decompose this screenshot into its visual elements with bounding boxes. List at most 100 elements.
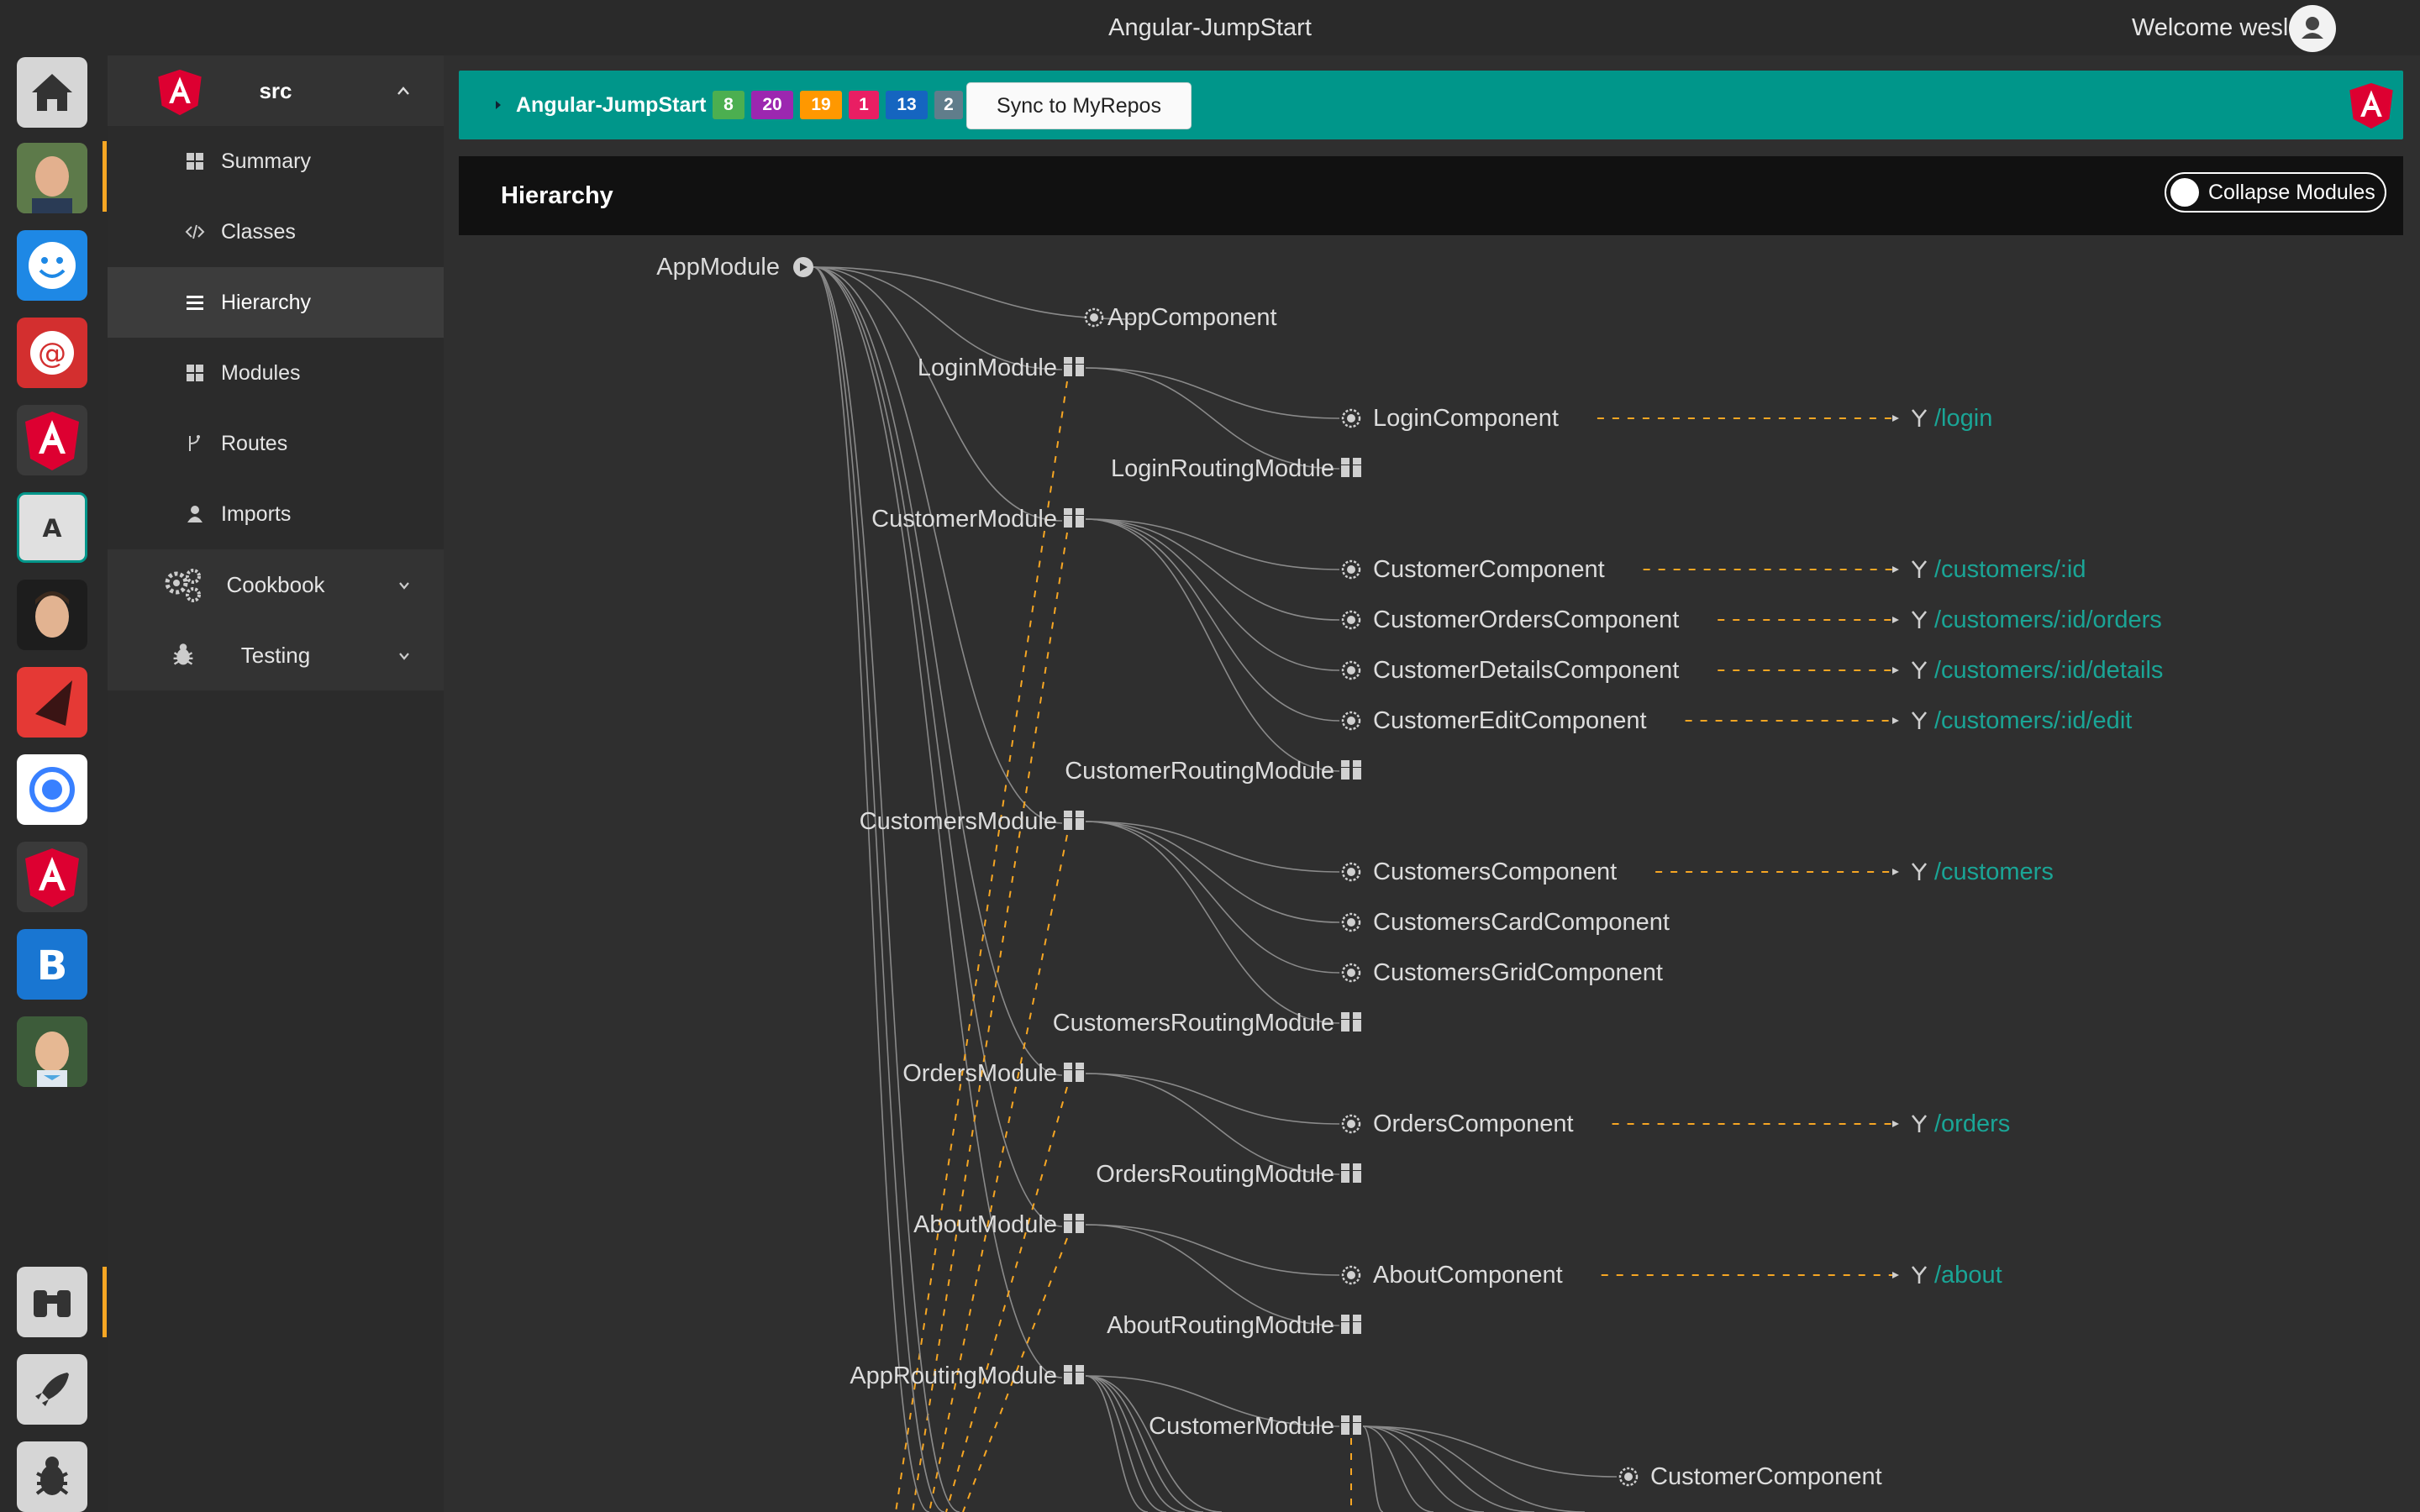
angular-icon[interactable]: [17, 842, 87, 912]
tree-node-routing-module[interactable]: CustomersRoutingModule: [1053, 1008, 1334, 1038]
chevron-down-icon: [399, 582, 409, 590]
tree-node-module[interactable]: CustomerModule: [871, 504, 1057, 534]
collapse-modules-toggle[interactable]: Collapse Modules: [2165, 172, 2386, 213]
component-icon: [1341, 1114, 1361, 1134]
route-link[interactable]: /login: [1934, 403, 1992, 433]
repository-bar: Angular-JumpStart 8 20 19 1 13 2 Sync to…: [459, 71, 2403, 139]
count-badge: 1: [849, 91, 879, 119]
count-badge: 2: [934, 91, 963, 119]
code-icon: [185, 224, 205, 239]
route-link[interactable]: /orders: [1934, 1109, 2010, 1139]
sidebar-group-testing[interactable]: Testing: [108, 620, 444, 690]
bug-icon[interactable]: [17, 1441, 87, 1512]
repository-name[interactable]: Angular-JumpStart: [516, 71, 706, 139]
dock-active-indicator: [103, 1267, 107, 1337]
sidebar-item-modules[interactable]: Modules: [108, 338, 444, 408]
component-icon: [1341, 912, 1361, 932]
grid-icon: [187, 365, 203, 381]
tree-node-module[interactable]: OrdersModule: [902, 1058, 1057, 1089]
tree-node-routing-module[interactable]: OrdersRoutingModule: [1096, 1159, 1334, 1189]
module-icon: [1341, 1315, 1361, 1334]
toggle-label: Collapse Modules: [2208, 181, 2375, 204]
title-bar: Angular-JumpStart Welcome wesley: [0, 0, 2420, 55]
sidebar-item-hierarchy[interactable]: Hierarchy: [108, 267, 444, 338]
binoculars-icon[interactable]: [17, 1267, 87, 1337]
module-icon: [1341, 760, 1361, 780]
angular-icon[interactable]: [17, 405, 87, 475]
sidebar-group-label: Testing: [240, 643, 311, 668]
component-icon: [1341, 963, 1361, 983]
route-link[interactable]: /customers/:id: [1934, 554, 2086, 585]
tree-node-appcomponent[interactable]: AppComponent: [1107, 302, 1277, 333]
component-icon: [1341, 660, 1361, 680]
sidebar-group-label: Cookbook: [226, 572, 325, 597]
toggle-knob: [2170, 178, 2199, 207]
user-avatar-1[interactable]: [17, 143, 87, 213]
tree-node-routing-module[interactable]: LoginRoutingModule: [1111, 454, 1334, 484]
tree-node-component[interactable]: AboutComponent: [1373, 1260, 1563, 1290]
component-icon: [1341, 1265, 1361, 1285]
module-icon: [1064, 1214, 1084, 1233]
side-navigation: src Summary Classes Hierarchy Modules Ro…: [108, 55, 444, 1512]
component-icon: [1084, 307, 1104, 328]
sidebar-item-imports[interactable]: Imports: [108, 479, 444, 549]
sidebar-item-classes[interactable]: Classes: [108, 197, 444, 267]
component-icon: [1341, 711, 1361, 731]
hierarchy-tree: AppModule AppComponent LoginModule LoginCom…: [459, 235, 2403, 1512]
tree-node-component[interactable]: CustomerEditComponent: [1373, 706, 1647, 736]
tree-node-routing-module[interactable]: AboutRoutingModule: [1107, 1310, 1334, 1341]
tree-node-module[interactable]: CustomerModule: [1149, 1411, 1334, 1441]
caret-right-icon[interactable]: [494, 100, 502, 110]
user-avatar-3[interactable]: [17, 1016, 87, 1087]
sidebar-group-cookbook[interactable]: Cookbook: [108, 549, 444, 620]
route-icon: [1911, 611, 1928, 628]
sidebar-item-label: Classes: [221, 220, 296, 244]
module-icon: [1064, 508, 1084, 528]
tree-node-component[interactable]: CustomerOrdersComponent: [1373, 605, 1679, 635]
person-icon: [2302, 17, 2323, 39]
tree-node-component[interactable]: CustomerComponent: [1373, 554, 1605, 585]
bootstrap-icon[interactable]: B: [17, 929, 87, 1000]
count-badge: 13: [886, 91, 928, 119]
tree-node-component[interactable]: CustomersCardComponent: [1373, 907, 1670, 937]
rocket-icon[interactable]: [17, 1354, 87, 1425]
tree-node-routing-module[interactable]: CustomerRoutingModule: [1065, 756, 1334, 786]
user-avatar-2[interactable]: [17, 580, 87, 650]
svg-text:A: A: [43, 514, 62, 543]
tree-node-appmodule[interactable]: AppModule: [656, 252, 780, 282]
home-icon[interactable]: [17, 57, 87, 128]
ring-icon[interactable]: [17, 754, 87, 825]
tree-node-component[interactable]: LoginComponent: [1373, 403, 1559, 433]
triangle-icon[interactable]: [17, 667, 87, 738]
grid-icon: [187, 153, 203, 170]
user-avatar[interactable]: [2289, 5, 2336, 52]
tree-node-approutingmodule[interactable]: AppRoutingModule: [850, 1361, 1057, 1391]
happy-face-icon[interactable]: [17, 230, 87, 301]
tree-node-module[interactable]: LoginModule: [918, 353, 1057, 383]
tree-node-component[interactable]: CustomersComponent: [1373, 857, 1617, 887]
page-title: Hierarchy: [501, 182, 613, 209]
tree-node-component[interactable]: OrdersComponent: [1373, 1109, 1574, 1139]
route-link[interactable]: /customers/:id/edit: [1934, 706, 2132, 736]
route-icon: [1911, 711, 1928, 729]
sync-button[interactable]: Sync to MyRepos: [966, 82, 1192, 129]
sidebar-item-routes[interactable]: Routes: [108, 408, 444, 479]
a-icon[interactable]: A: [17, 492, 87, 563]
tree-node-module[interactable]: CustomersModule: [860, 806, 1057, 837]
route-link[interactable]: /about: [1934, 1260, 2002, 1290]
tree-node-component[interactable]: CustomerComponent: [1650, 1462, 1882, 1492]
project-header[interactable]: src: [108, 55, 444, 126]
tree-node-module[interactable]: AboutModule: [913, 1210, 1057, 1240]
route-icon: [1911, 560, 1928, 578]
route-link[interactable]: /customers/:id/orders: [1934, 605, 2162, 635]
tree-node-component[interactable]: CustomerDetailsComponent: [1373, 655, 1679, 685]
at-sign-icon[interactable]: @: [17, 318, 87, 388]
branch-icon: [189, 435, 200, 451]
component-icon: [1618, 1467, 1639, 1487]
sidebar-item-summary[interactable]: Summary: [108, 126, 444, 197]
tree-node-component[interactable]: CustomersGridComponent: [1373, 958, 1663, 988]
count-badge: 20: [751, 91, 793, 119]
route-link[interactable]: /customers/:id/details: [1934, 655, 2163, 685]
route-link[interactable]: /customers: [1934, 857, 2054, 887]
component-icon: [1341, 559, 1361, 580]
